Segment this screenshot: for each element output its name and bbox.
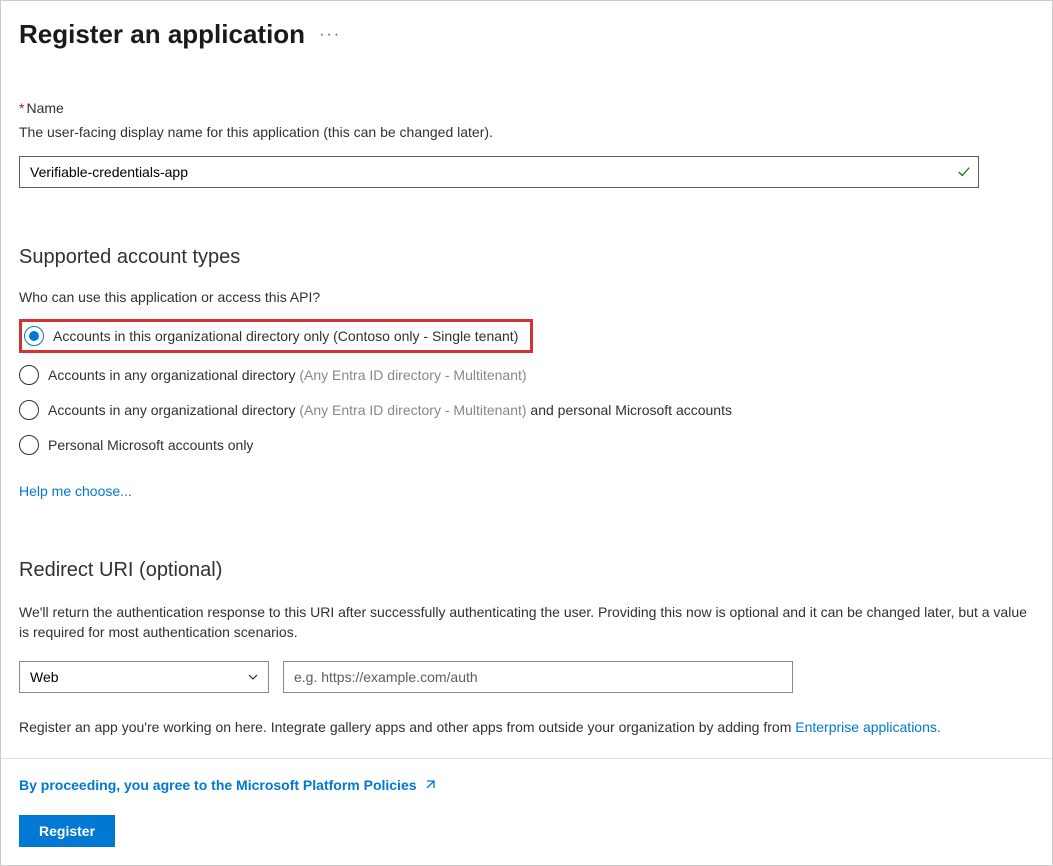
- radio-personal-only[interactable]: Personal Microsoft accounts only: [19, 433, 1034, 457]
- supported-account-heading: Supported account types: [19, 246, 1034, 269]
- platform-select[interactable]: Web: [19, 661, 269, 693]
- supported-account-question: Who can use this application or access t…: [19, 289, 1034, 305]
- more-icon[interactable]: ···: [319, 26, 341, 44]
- page-title: Register an application: [19, 19, 305, 50]
- external-link-icon: [423, 778, 437, 792]
- help-me-choose-link[interactable]: Help me choose...: [19, 483, 132, 499]
- register-button[interactable]: Register: [19, 815, 115, 847]
- integrate-hint: Register an app you're working on here. …: [19, 717, 1034, 737]
- radio-icon: [19, 435, 39, 455]
- name-field-label: *Name: [19, 100, 1034, 116]
- radio-icon: [19, 365, 39, 385]
- redirect-description: We'll return the authentication response…: [19, 602, 1029, 643]
- checkmark-icon: [957, 165, 971, 179]
- radio-label: Accounts in this organizational director…: [53, 328, 518, 344]
- radio-multitenant-personal[interactable]: Accounts in any organizational directory…: [19, 398, 1034, 422]
- redirect-heading: Redirect URI (optional): [19, 559, 1034, 582]
- radio-label: Accounts in any organizational directory…: [48, 367, 527, 383]
- radio-label: Personal Microsoft accounts only: [48, 437, 253, 453]
- radio-label: Accounts in any organizational directory…: [48, 402, 732, 418]
- radio-multitenant[interactable]: Accounts in any organizational directory…: [19, 363, 1034, 387]
- radio-single-tenant[interactable]: Accounts in this organizational director…: [19, 319, 533, 353]
- enterprise-applications-link[interactable]: Enterprise applications.: [795, 719, 941, 735]
- name-field-description: The user-facing display name for this ap…: [19, 124, 1034, 140]
- radio-icon: [24, 326, 44, 346]
- app-name-input[interactable]: [19, 156, 979, 188]
- redirect-uri-input[interactable]: [283, 661, 793, 693]
- radio-icon: [19, 400, 39, 420]
- platform-policies-link[interactable]: By proceeding, you agree to the Microsof…: [19, 777, 437, 793]
